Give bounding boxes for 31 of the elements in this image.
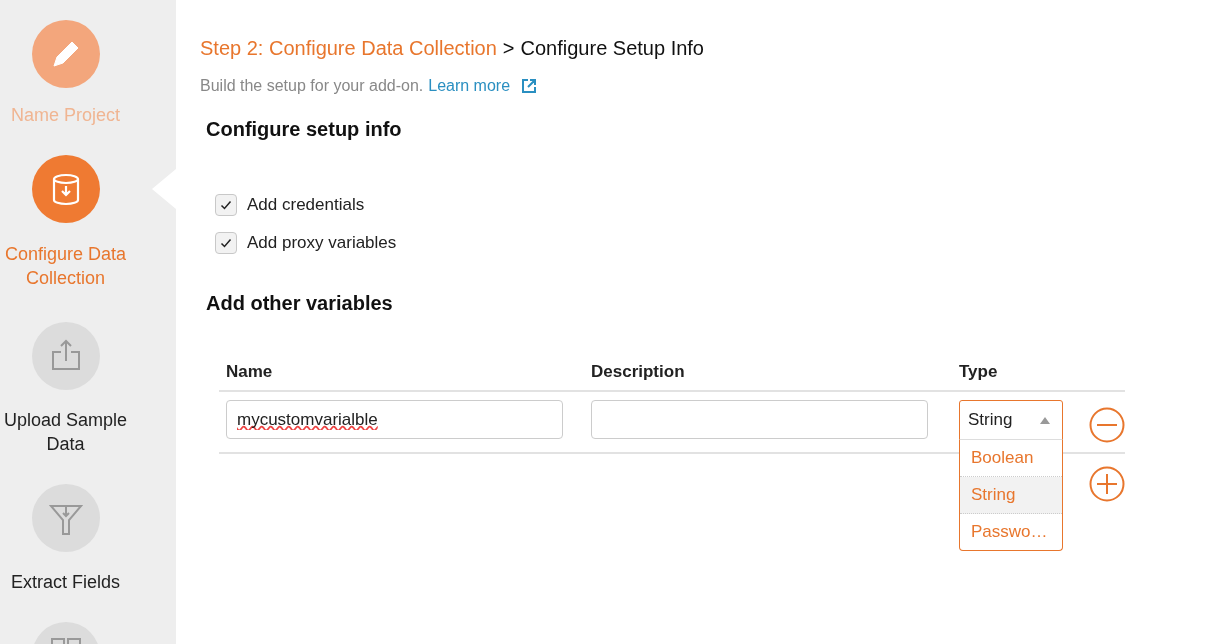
step-label[interactable]: Upload Sample Data — [0, 408, 131, 456]
step-label[interactable]: Name Project — [10, 103, 120, 127]
dropdown-option[interactable]: String — [960, 477, 1062, 514]
section-heading: Configure setup info — [206, 117, 403, 142]
subtitle-text: Build the setup for your add-on. — [200, 76, 424, 96]
step-label[interactable]: Configure Data Collection — [0, 242, 131, 290]
checkbox[interactable] — [215, 232, 237, 254]
check-icon — [220, 237, 232, 249]
name-input-field[interactable]: mycustomvarialble — [226, 400, 563, 439]
step-label[interactable]: Extract Fields — [11, 570, 120, 594]
type-select[interactable]: String — [959, 400, 1063, 440]
external-link-icon[interactable] — [522, 79, 537, 93]
dropdown-option[interactable]: Passwo… — [960, 514, 1062, 550]
section-heading: Add other variables — [206, 291, 394, 316]
breadcrumb-link[interactable]: Step 2: Configure Data Collection — [200, 37, 497, 59]
remove-row-button[interactable] — [1089, 407, 1125, 443]
learn-more-link[interactable]: Learn more — [428, 76, 511, 96]
check-icon — [220, 199, 232, 211]
description-input-field[interactable] — [591, 400, 928, 439]
plus-icon — [1089, 466, 1125, 502]
checkbox-label: Add proxy variables — [247, 233, 397, 253]
checkbox-label: Add credentials — [247, 195, 365, 215]
breadcrumb-separator: > — [502, 37, 515, 59]
column-header: Name — [226, 362, 274, 382]
column-header: Description — [591, 362, 686, 382]
minus-icon — [1089, 407, 1125, 443]
breadcrumb-current: Configure Setup Info — [520, 37, 704, 59]
checkbox[interactable] — [215, 194, 237, 216]
column-header: Type — [959, 362, 999, 382]
add-row-button[interactable] — [1089, 466, 1125, 502]
caret-icon — [1040, 416, 1050, 424]
